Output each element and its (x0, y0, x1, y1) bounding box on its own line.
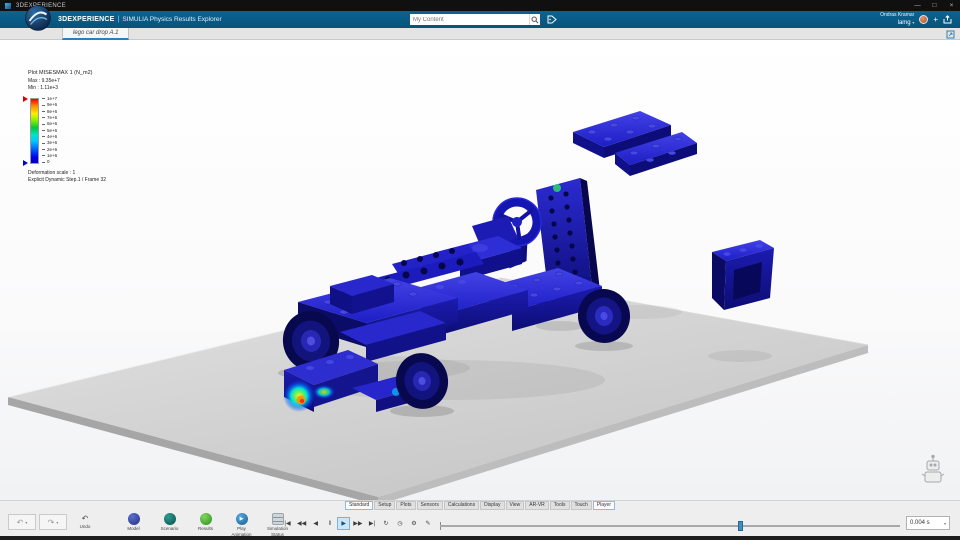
frame-label: Explicit Dynamic Step.1 / Frame 32 (28, 176, 107, 183)
document-tab[interactable]: lego car drop A.1 (62, 28, 130, 40)
3d-viewport[interactable]: Plot MISESMAX 1 (N_m2) Max : 9.35e+7 Min… (0, 40, 960, 500)
app-icon (5, 2, 11, 9)
ribbon-tab-player[interactable]: Player (592, 501, 616, 510)
playback-controls: |◀ ◀◀ ◀ ‖ ▶ ▶▶ ▶| ↻ ◷ ⚙ ✎ (281, 517, 434, 530)
loop-button[interactable]: ↻ (379, 517, 392, 530)
pause-button[interactable]: ‖ (323, 517, 336, 530)
play-animation-button[interactable]: Play Animation (226, 513, 257, 537)
share-icon[interactable] (943, 15, 952, 24)
scenario-app-button[interactable]: Scenario (154, 513, 185, 537)
brand-separator: | (117, 16, 120, 23)
flying-wing-plates[interactable] (573, 111, 697, 176)
chevron-down-icon: ▾ (25, 519, 28, 525)
step-back-button[interactable]: ◀ (309, 517, 322, 530)
ribbon-tab-tools[interactable]: Tools (549, 501, 570, 510)
play-animation-icon (235, 513, 248, 525)
undo-icon: ↶ (16, 517, 24, 527)
3d-scene[interactable] (0, 40, 960, 500)
timeline-handle[interactable] (738, 521, 743, 531)
assistant-robot-icon[interactable] (918, 454, 948, 486)
search-bar[interactable] (410, 14, 540, 25)
ribbon-tab-view[interactable]: View (505, 501, 525, 510)
ribbon-tab-strip: Standard Setup Plots Sensors Calculation… (344, 501, 616, 510)
ribbon-tab-standard[interactable]: Standard (344, 501, 374, 510)
results-legend: Plot MISESMAX 1 (N_m2) Max : 9.35e+7 Min… (23, 70, 107, 183)
avatar[interactable] (919, 15, 929, 24)
flying-bracket-piece[interactable] (712, 240, 774, 310)
results-icon (199, 513, 212, 525)
redo-history-button[interactable]: ↷ ▾ (39, 514, 67, 530)
time-value: 0.004 s (910, 520, 930, 526)
3ds-compass-logo[interactable] (25, 5, 51, 31)
chevron-down-icon: ▾ (943, 520, 946, 526)
min-clamp-arrow-icon (23, 160, 28, 166)
user-name-label: Ondras Kramar (880, 12, 915, 18)
workspace-dropdown[interactable]: lamg ▾ (898, 19, 915, 27)
ribbon-tab-touch[interactable]: Touch (570, 501, 592, 510)
brand-label: 3DEXPERIENCE (58, 16, 115, 23)
play-button[interactable]: ▶ (337, 517, 351, 530)
legend-min: Min : 1.11e+3 (28, 84, 59, 91)
tag-icon[interactable] (545, 14, 558, 25)
search-icon[interactable] (529, 14, 540, 25)
time-display[interactable]: 0.004 s ▾ (906, 516, 950, 530)
ribbon-tab-plots[interactable]: Plots (396, 501, 416, 510)
window-controls: — □ × (909, 0, 960, 11)
search-input[interactable] (410, 15, 529, 24)
time-settings-button[interactable]: ◷ (393, 517, 406, 530)
undo-button[interactable]: ↶ Undo (70, 514, 100, 529)
app-name-label: SIMULIA Physics Results Explorer (122, 16, 222, 23)
model-app-button[interactable]: Model (118, 513, 149, 537)
color-scale-ticks: 1e+7 9e+6 8e+6 7e+6 6e+6 5e+6 4e+6 3e+6 … (42, 96, 57, 165)
redo-icon: ↷ (47, 517, 55, 527)
results-app-button[interactable]: Results (190, 513, 221, 537)
minimize-button[interactable]: — (909, 0, 926, 11)
window-titlebar: 3DEXPERIENCE — □ × (0, 0, 960, 11)
chevron-down-icon: ▾ (912, 20, 915, 25)
color-scale-bar[interactable] (23, 96, 39, 166)
fast-forward-button[interactable]: ▶▶ (351, 517, 364, 530)
max-clamp-arrow-icon (23, 96, 28, 102)
plot-title: Plot MISESMAX 1 (N_m2) (28, 70, 93, 76)
close-button[interactable]: × (943, 0, 960, 11)
ribbon-tab-setup[interactable]: Setup (374, 501, 396, 510)
player-settings-button[interactable]: ⚙ (407, 517, 420, 530)
ribbon-tab-calculations[interactable]: Calculations (443, 501, 480, 510)
ribbon-tab-display[interactable]: Display (480, 501, 505, 510)
scenario-icon (163, 513, 176, 525)
fast-rewind-button[interactable]: ◀◀ (295, 517, 308, 530)
add-button[interactable]: + (933, 15, 938, 24)
chevron-down-icon: ▾ (56, 519, 59, 525)
ribbon-tab-ar-vr[interactable]: AR-VR (525, 501, 549, 510)
skip-to-start-button[interactable]: |◀ (281, 517, 294, 530)
undo-icon: ↶ (81, 514, 89, 523)
undo-history-button[interactable]: ↶ ▾ (8, 514, 36, 530)
animation-timeline[interactable] (440, 521, 900, 531)
bottom-action-bar: Standard Setup Plots Sensors Calculation… (0, 500, 960, 537)
skip-to-end-button[interactable]: ▶| (365, 517, 378, 530)
edit-animation-button[interactable]: ✎ (421, 517, 434, 530)
top-app-bar: 3DEXPERIENCE | SIMULIA Physics Results E… (0, 11, 960, 28)
window-bottom-edge (0, 536, 960, 540)
maximize-button[interactable]: □ (926, 0, 943, 11)
expand-viewport-icon[interactable] (945, 29, 955, 39)
model-icon (127, 513, 140, 525)
document-tab-bar: lego car drop A.1 (0, 28, 960, 40)
ribbon-tab-sensors[interactable]: Sensors (416, 501, 443, 510)
user-area: Ondras Kramar lamg ▾ + (880, 12, 952, 27)
